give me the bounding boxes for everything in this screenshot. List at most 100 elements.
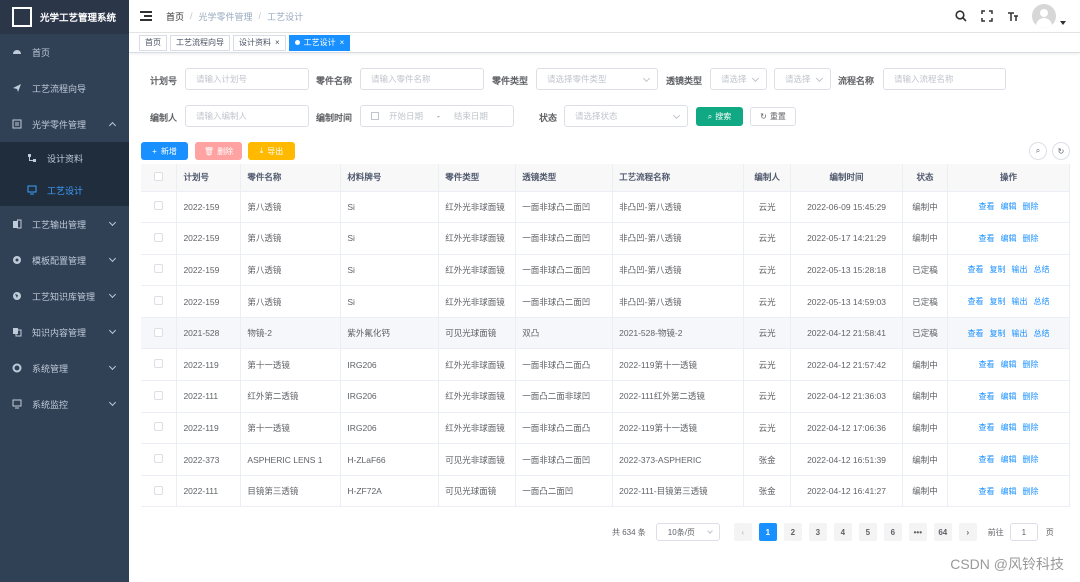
row-checkbox[interactable] [141,222,178,255]
table-row[interactable]: 2022-159 第八透镜 Si 红外光非球面镜 一面非球凸二面凹 非凸凹-第八透镜 云光 2… [141,222,1071,255]
toggle-search-button[interactable]: ⌕ [1029,142,1047,160]
table-row[interactable]: 2022-111 红外第二透镜 IRG206 红外光非球面镜 一面凸二面非球凹 2022-… [141,380,1071,413]
status-select[interactable]: 请选择状态 [564,105,688,127]
action-link[interactable]: 删除 [1022,360,1038,369]
lens-type-select-2[interactable]: 请选择 [774,68,831,90]
row-checkbox[interactable] [141,380,178,413]
page-size-select[interactable]: 10条/页 [655,523,720,541]
action-link[interactable]: 编辑 [1000,455,1016,464]
editor-input[interactable]: 请输入编制人 [185,105,309,127]
action-link[interactable]: 查看 [967,265,983,274]
sidebar-item-template-config[interactable]: 模板配置管理 [0,242,129,278]
action-link[interactable]: 查看 [978,202,994,211]
export-button[interactable]: ⤓ 导出 [248,142,295,160]
action-link[interactable]: 编辑 [1000,360,1016,369]
action-link[interactable]: 编辑 [1000,202,1016,211]
row-checkbox[interactable] [141,412,178,445]
sidebar-item-optical-parts[interactable]: 光学零件管理 [0,106,129,142]
hamburger-icon[interactable] [140,11,152,21]
action-link[interactable]: 复制 [989,329,1005,338]
action-link[interactable]: 删除 [1022,202,1038,211]
delete-button[interactable]: 🗑 删除 [195,142,242,160]
action-link[interactable]: 复制 [989,297,1005,306]
sidebar-subitem-design-data[interactable]: 设计资料 [0,142,129,174]
refresh-button[interactable]: ↻ [1052,142,1070,160]
action-link[interactable]: 总结 [1033,265,1049,274]
close-icon[interactable]: × [340,38,345,47]
page-button[interactable]: 1 [758,523,777,541]
prev-page-button[interactable]: ‹ [733,523,752,541]
row-checkbox[interactable] [141,285,178,318]
action-link[interactable]: 查看 [967,329,983,338]
flow-name-input[interactable]: 请输入流程名称 [883,68,1006,90]
row-checkbox[interactable] [141,443,178,476]
sidebar-item-knowledge-content[interactable]: 知识内容管理 [0,314,129,350]
row-checkbox[interactable] [141,348,178,382]
search-button[interactable]: ⌕ 搜索 [696,107,743,126]
sidebar-item-system-mgmt[interactable]: 系统管理 [0,350,129,386]
sidebar-item-home[interactable]: 首页 [0,34,129,70]
action-link[interactable]: 删除 [1022,487,1038,496]
plan-no-input[interactable]: 请输入计划号 [185,68,309,90]
table-row[interactable]: 2022-111 目镜第三透镜 H-ZF72A 可见光球面镜 一面凸二面凹 2022-11… [141,475,1071,508]
select-all-checkbox[interactable] [141,164,178,192]
sidebar-item-output-mgmt[interactable]: 工艺输出管理 [0,206,129,242]
breadcrumb-item[interactable]: 首页 [166,10,184,23]
action-link[interactable]: 删除 [1022,455,1038,464]
breadcrumb-item[interactable]: 光学零件管理 [199,10,253,23]
part-name-input[interactable]: 请输入零件名称 [360,68,484,90]
next-page-button[interactable]: › [958,523,977,541]
action-link[interactable]: 输出 [1011,329,1027,338]
action-link[interactable]: 删除 [1022,392,1038,401]
action-link[interactable]: 查看 [978,234,994,243]
row-checkbox[interactable] [141,475,178,508]
table-row[interactable]: 2022-119 第十一透镜 IRG206 红外光非球面镜 一面非球凸二面凸 2022-1… [141,348,1071,382]
page-button[interactable]: 5 [858,523,877,541]
table-row[interactable]: 2022-373 ASPHERIC LENS 1 H-ZLaF66 可见光非球面镜 一面… [141,443,1071,476]
add-button[interactable]: + 新增 [141,142,188,160]
avatar[interactable] [1032,4,1056,28]
row-checkbox[interactable] [141,254,178,287]
sidebar-item-system-monitor[interactable]: 系统监控 [0,386,129,422]
action-link[interactable]: 编辑 [1000,423,1016,432]
reset-button[interactable]: ↻ 重置 [750,107,796,126]
action-link[interactable]: 输出 [1011,265,1027,274]
page-button[interactable]: 4 [833,523,852,541]
page-button[interactable]: 2 [783,523,802,541]
row-checkbox[interactable] [141,317,178,350]
tag-process-design[interactable]: 工艺设计 × [288,34,351,51]
action-link[interactable]: 编辑 [1000,234,1016,243]
action-link[interactable]: 总结 [1033,329,1049,338]
table-row[interactable]: 2022-159 第八透镜 Si 红外光非球面镜 一面非球凸二面凹 非凸凹-第八透镜 云光 2… [141,191,1071,224]
tag-home[interactable]: 首页 [139,34,167,51]
table-row[interactable]: 2021-528 物镜-2 紫外氟化钙 可见光球面镜 双凸 2021-528-物镜-2 云光… [141,317,1071,350]
action-link[interactable]: 编辑 [1000,392,1016,401]
more-pages-button[interactable]: ••• [908,523,927,541]
page-button[interactable]: 6 [883,523,902,541]
action-link[interactable]: 查看 [978,423,994,432]
action-link[interactable]: 编辑 [1000,487,1016,496]
logo[interactable]: 光学工艺管理系统 [0,0,129,34]
table-row[interactable]: 2022-119 第十一透镜 IRG206 红外光非球面镜 一面非球凸二面凸 2022-1… [141,412,1071,445]
page-button[interactable]: 3 [808,523,827,541]
action-link[interactable]: 删除 [1022,423,1038,432]
tag-design-data[interactable]: 设计资料 × [233,34,286,51]
close-icon[interactable]: × [275,38,280,47]
action-link[interactable]: 复制 [989,265,1005,274]
sidebar-item-process-guide[interactable]: 工艺流程向导 [0,70,129,106]
sidebar-item-knowledge-base[interactable]: 工艺知识库管理 [0,278,129,314]
table-row[interactable]: 2022-159 第八透镜 Si 红外光非球面镜 一面非球凸二面凹 非凸凹-第八透镜 云光 2… [141,254,1071,287]
caret-down-icon[interactable] [1060,21,1066,25]
action-link[interactable]: 查看 [978,455,994,464]
action-link[interactable]: 查看 [967,297,983,306]
action-link[interactable]: 删除 [1022,234,1038,243]
action-link[interactable]: 查看 [978,392,994,401]
fullscreen-icon[interactable] [980,9,994,23]
search-icon[interactable] [954,9,968,23]
lens-type-select-1[interactable]: 请选择 [710,68,767,90]
table-row[interactable]: 2022-159 第八透镜 Si 红外光非球面镜 一面非球凸二面凹 非凸凹-第八透镜 云光 2… [141,285,1071,318]
part-type-select[interactable]: 请选择零件类型 [536,68,658,90]
font-size-icon[interactable] [1006,9,1020,23]
page-button[interactable]: 64 [933,523,952,541]
goto-page-input[interactable]: 1 [1009,523,1038,541]
